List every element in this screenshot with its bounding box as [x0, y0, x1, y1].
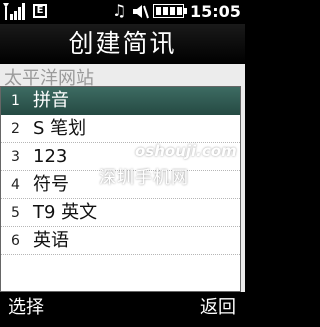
- clock: 15:05: [190, 2, 241, 21]
- menu-item-t9-english[interactable]: 5 T9 英文: [1, 199, 240, 227]
- menu-item-number: 3: [11, 149, 20, 165]
- edge-icon: E: [33, 4, 47, 18]
- back-softkey[interactable]: 返回: [200, 295, 236, 321]
- menu-item-symbols[interactable]: 4 符号: [1, 171, 240, 199]
- menu-item-stroke[interactable]: 2 S 笔划: [1, 115, 240, 143]
- menu-item-english[interactable]: 6 英语: [1, 227, 240, 255]
- menu-item-label: 符号: [33, 174, 69, 195]
- phone-screen: E ♫ 15:05 创建简讯 太平洋网站 1 拼音 2 S 笔划 3 123 4…: [0, 0, 245, 327]
- menu-item-number: 1: [11, 93, 20, 109]
- menu-item-number: 6: [11, 233, 20, 249]
- menu-item-label: 123: [33, 146, 68, 167]
- menu-item-numeric[interactable]: 3 123: [1, 143, 240, 171]
- status-bar: E ♫ 15:05: [0, 0, 245, 24]
- battery-icon: [153, 4, 187, 18]
- softkey-bar: 选择 返回: [0, 292, 245, 327]
- header: 创建简讯: [0, 24, 245, 64]
- music-icon: ♫: [112, 1, 127, 20]
- select-softkey[interactable]: 选择: [8, 295, 44, 321]
- signal-icon: [3, 3, 25, 20]
- menu-item-number: 4: [11, 177, 20, 193]
- input-method-menu: 1 拼音 2 S 笔划 3 123 4 符号 5 T9 英文 6 英语: [0, 86, 241, 292]
- menu-item-number: 5: [11, 205, 20, 221]
- divider: [1, 254, 240, 255]
- menu-item-pinyin[interactable]: 1 拼音: [1, 87, 240, 115]
- menu-item-label: T9 英文: [33, 202, 98, 223]
- menu-item-label: 拼音: [33, 90, 69, 111]
- menu-item-label: 英语: [33, 230, 69, 251]
- screen-title: 创建简讯: [68, 29, 177, 58]
- menu-item-label: S 笔划: [33, 118, 87, 139]
- menu-item-number: 2: [11, 121, 20, 137]
- silent-icon: [133, 5, 149, 19]
